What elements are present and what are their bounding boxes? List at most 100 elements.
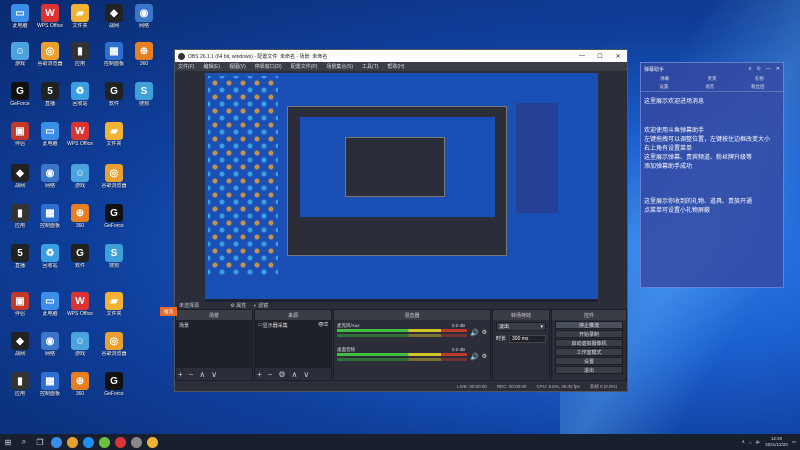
- chevron-down-icon[interactable]: ∨: [211, 370, 217, 379]
- desktop-icon[interactable]: ◎ 谷歌浏览器: [34, 42, 66, 76]
- desktop-icon[interactable]: ▦ 控制面板: [98, 42, 130, 76]
- desktop-icon[interactable]: ◉ 网络: [128, 4, 160, 38]
- notification-icon[interactable]: ▭: [792, 439, 796, 445]
- windows-start-icon[interactable]: ⊞: [0, 434, 16, 450]
- studio-mode-button[interactable]: 工作室模式: [555, 348, 623, 356]
- taskbar-app-icon[interactable]: [128, 434, 144, 450]
- taskbar-app-icon[interactable]: [96, 434, 112, 450]
- exit-button[interactable]: 退出: [555, 366, 623, 374]
- speaker-icon[interactable]: 🔊: [470, 353, 479, 361]
- clock[interactable]: 12:40 2021/12/20: [765, 436, 788, 448]
- chevron-up-icon[interactable]: ∧: [199, 370, 205, 379]
- desktop-icon[interactable]: ▦ 控制面板: [34, 204, 66, 238]
- desktop-icon[interactable]: ◎ 谷歌浏览器: [98, 164, 130, 198]
- desktop-icon[interactable]: ▰ 文件夹: [98, 292, 130, 326]
- desktop-icon[interactable]: G GeForce: [98, 204, 130, 238]
- desktop-icon[interactable]: W WPS Office: [34, 4, 66, 38]
- settings-button[interactable]: 设置: [555, 357, 623, 365]
- close-icon[interactable]: ✕: [609, 53, 627, 60]
- desktop-icon[interactable]: 5 直播: [4, 244, 36, 278]
- add-icon[interactable]: +: [178, 370, 183, 379]
- remove-icon[interactable]: −: [189, 370, 194, 379]
- sources-list[interactable]: ▭ 显示器采集 👁 ⚿: [255, 320, 331, 368]
- desktop-icon[interactable]: ⊕ 360: [64, 372, 96, 406]
- menu-scene-collection[interactable]: 场景集合(S): [326, 63, 353, 70]
- desktop-icon[interactable]: W WPS Office: [64, 292, 96, 326]
- desktop-icon[interactable]: ◆ 战网: [4, 164, 36, 198]
- desktop-icon[interactable]: ☺ 游戏: [64, 164, 96, 198]
- close-icon[interactable]: ✕: [776, 66, 780, 72]
- desktop-icon[interactable]: ◆ 战网: [4, 332, 36, 366]
- desktop-icon[interactable]: ▰ 文件夹: [98, 122, 130, 156]
- volume-slider[interactable]: [337, 334, 467, 337]
- taskbar-app-icon[interactable]: [144, 434, 160, 450]
- desktop-icon[interactable]: G 软件: [98, 82, 130, 116]
- tab-danmu[interactable]: 弹幕: [660, 76, 669, 82]
- tab-vip[interactable]: 贵宾: [707, 76, 716, 82]
- start-recording-button[interactable]: 开始录制: [555, 330, 623, 338]
- desktop-icon[interactable]: ◉ 网络: [34, 332, 66, 366]
- desktop-icon[interactable]: ▮ 应用: [4, 204, 36, 238]
- search-icon[interactable]: ⌕: [16, 434, 32, 450]
- gear-icon[interactable]: ⚙: [482, 329, 487, 336]
- taskbar-app-icon[interactable]: [64, 434, 80, 450]
- tab-settings[interactable]: 设置: [659, 84, 668, 90]
- transition-select[interactable]: 淡出 ▾: [496, 322, 546, 331]
- desktop-icon[interactable]: ◆ 战网: [98, 4, 130, 38]
- stop-streaming-button[interactable]: 停止推流: [555, 321, 623, 329]
- desktop-icon[interactable]: ♻ 回收站: [34, 244, 66, 278]
- minimize-icon[interactable]: —: [766, 66, 771, 72]
- lock-icon[interactable]: ⚿: [324, 322, 328, 329]
- taskbar-app-icon[interactable]: [80, 434, 96, 450]
- desktop-icon[interactable]: ▰ 文件夹: [64, 4, 96, 38]
- scenes-list[interactable]: 场景: [176, 320, 252, 368]
- obs-window[interactable]: OBS 26.1.1 (64 bit, windows) - 配置文件: 未命名…: [174, 49, 628, 392]
- desktop-icon[interactable]: ◎ 谷歌浏览器: [98, 332, 130, 366]
- tab-gift[interactable]: 礼物: [755, 76, 764, 82]
- source-item[interactable]: ▭ 显示器采集 👁 ⚿: [255, 320, 331, 331]
- desktop-icon[interactable]: ☺ 游戏: [4, 42, 36, 76]
- desktop-icon[interactable]: S 搜狗: [98, 244, 130, 278]
- desktop-icon[interactable]: ▮ 应用: [64, 42, 96, 76]
- volume-slider[interactable]: [337, 358, 467, 361]
- obs-preview-canvas[interactable]: [205, 73, 598, 306]
- desktop-icon[interactable]: ⊕ 360: [128, 42, 160, 76]
- desktop-icon[interactable]: ⊕ 360: [64, 204, 96, 238]
- chevron-down-icon[interactable]: ∨: [303, 370, 309, 379]
- stream-side-tag[interactable]: 推流: [160, 307, 177, 316]
- minimize-icon[interactable]: —: [573, 53, 591, 60]
- scene-item[interactable]: 场景: [176, 320, 252, 331]
- tab-voice[interactable]: 语音: [705, 84, 714, 90]
- taskbar-app-icon[interactable]: [48, 434, 64, 450]
- menu-docks[interactable]: 停靠窗口(D): [255, 63, 282, 70]
- desktop-icon[interactable]: ▮ 应用: [4, 372, 36, 406]
- pin-icon[interactable]: ⊙: [757, 66, 761, 72]
- tab-fans[interactable]: 粉丝团: [751, 84, 765, 90]
- duration-input[interactable]: 300 ms: [509, 334, 546, 343]
- danmu-assistant-panel[interactable]: 弹幕助手 ≡ ⊙ — ✕ 弹幕 贵宾 礼物 设置 语音 粉丝团 这里展示欢迎进场…: [640, 62, 784, 288]
- speaker-icon[interactable]: 🔊: [470, 329, 479, 337]
- chevron-up-icon[interactable]: ∧: [292, 370, 298, 379]
- obs-titlebar[interactable]: OBS 26.1.1 (64 bit, windows) - 配置文件: 未命名…: [175, 50, 627, 62]
- menu-icon[interactable]: ≡: [749, 66, 752, 72]
- menu-file[interactable]: 文件(F): [178, 63, 194, 70]
- desktop-icon[interactable]: ▣ 伴侣: [4, 292, 36, 326]
- menu-help[interactable]: 帮助(H): [387, 63, 404, 70]
- desktop-icon[interactable]: 5 直播: [34, 82, 66, 116]
- desktop-icon[interactable]: ▦ 控制面板: [34, 372, 66, 406]
- desktop-icon[interactable]: ♻ 回收站: [64, 82, 96, 116]
- menu-tools[interactable]: 工具(T): [362, 63, 378, 70]
- desktop-icon[interactable]: ▭ 此电脑: [34, 122, 66, 156]
- gear-icon[interactable]: ⚙: [482, 353, 487, 360]
- desktop-icon[interactable]: G GeForce: [4, 82, 36, 116]
- network-icon[interactable]: ⌂: [749, 440, 752, 445]
- task-view-icon[interactable]: ❐: [32, 434, 48, 450]
- desktop-icon[interactable]: W WPS Office: [64, 122, 96, 156]
- menu-view[interactable]: 视图(V): [229, 63, 246, 70]
- menu-profile[interactable]: 配置文件(P): [291, 63, 318, 70]
- taskbar-app-icon[interactable]: [112, 434, 128, 450]
- gear-icon[interactable]: ⚙: [278, 370, 285, 379]
- start-virtual-camera-button[interactable]: 启动虚拟摄像机: [555, 339, 623, 347]
- desktop-icon[interactable]: S 搜狗: [128, 82, 160, 116]
- chevron-up-icon[interactable]: ∧: [742, 439, 745, 445]
